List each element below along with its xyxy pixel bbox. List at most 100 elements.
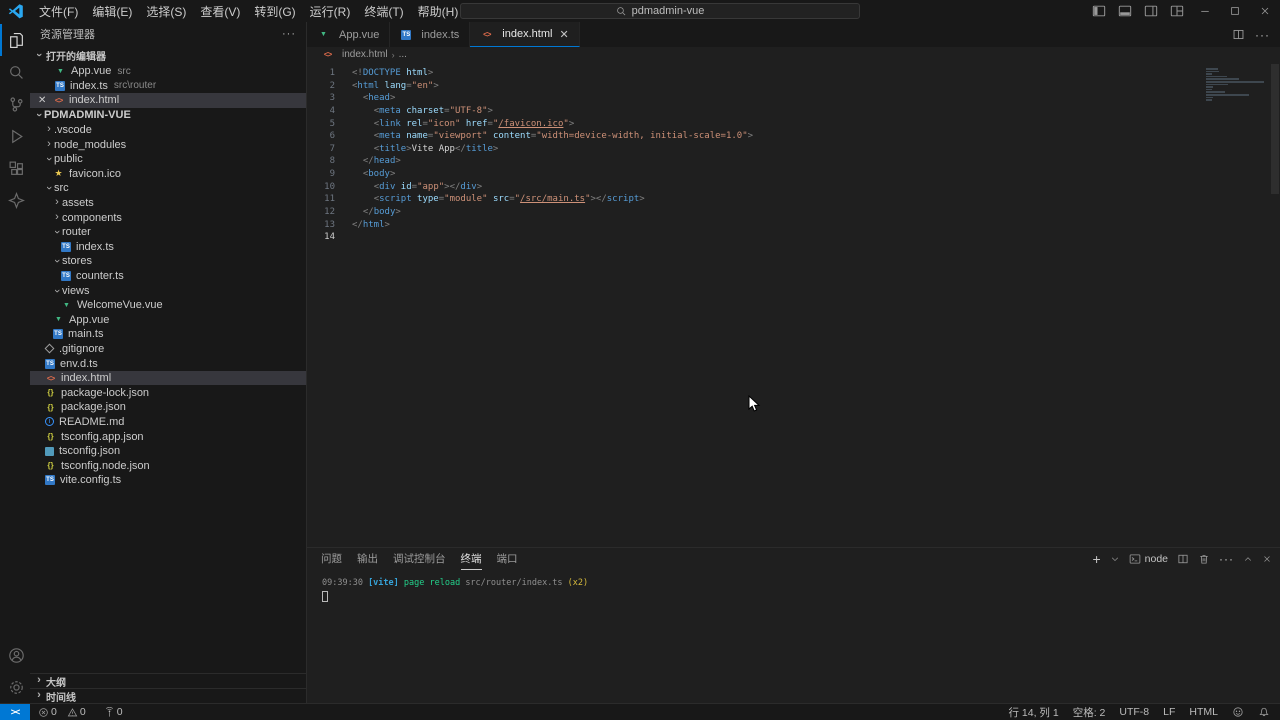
outline-section[interactable]: › 大纲: [30, 673, 306, 689]
menu-item-1[interactable]: 编辑(E): [85, 3, 139, 20]
panel-more-icon[interactable]: ···: [1219, 552, 1234, 566]
close-editor-icon[interactable]: ✕: [38, 95, 52, 106]
split-editor-icon[interactable]: [1232, 28, 1245, 41]
account-icon[interactable]: [0, 639, 30, 671]
ts-file-icon: TS: [45, 475, 55, 486]
toggle-sidebar-icon[interactable]: [1086, 0, 1112, 22]
tree-item-package-lock.json[interactable]: {} package-lock.json: [30, 385, 306, 400]
terminal-dropdown-icon[interactable]: [1110, 554, 1120, 564]
close-panel-icon[interactable]: [1262, 554, 1272, 564]
tab-index.ts[interactable]: TS index.ts: [390, 22, 471, 47]
customize-layout-icon[interactable]: [1164, 0, 1190, 22]
encoding[interactable]: UTF-8: [1119, 706, 1149, 718]
search-sidebar-icon[interactable]: [0, 56, 30, 88]
kill-terminal-icon[interactable]: [1198, 553, 1210, 565]
tree-item-src[interactable]: › src: [30, 181, 306, 196]
panel-tab-问题[interactable]: 问题: [321, 548, 342, 570]
breadcrumb[interactable]: <> index.html › ...: [307, 47, 1280, 62]
status-extension-icon[interactable]: [1232, 706, 1244, 718]
sidebar-more-actions-icon[interactable]: ···: [282, 28, 296, 40]
breadcrumb-rest[interactable]: ...: [399, 49, 407, 60]
close-window-icon[interactable]: [1250, 0, 1280, 22]
scrollbar-slider[interactable]: [1271, 64, 1279, 194]
notifications-bell-icon[interactable]: [1258, 706, 1270, 718]
more-actions-icon[interactable]: ···: [1255, 28, 1270, 42]
tree-item-node_modules[interactable]: › node_modules: [30, 137, 306, 152]
toggle-secondary-sidebar-icon[interactable]: [1138, 0, 1164, 22]
tree-item-App.vue[interactable]: ▼ App.vue: [30, 313, 306, 328]
tree-item-stores[interactable]: › stores: [30, 254, 306, 269]
run-debug-icon[interactable]: [0, 120, 30, 152]
explorer-icon[interactable]: [0, 24, 30, 56]
open-editor-index.html[interactable]: ✕ <> index.html: [30, 93, 306, 108]
tree-item-views[interactable]: › views: [30, 283, 306, 298]
maximize-panel-icon[interactable]: [1243, 554, 1253, 564]
indentation[interactable]: 空格: 2: [1073, 705, 1106, 720]
maximize-icon[interactable]: [1220, 0, 1250, 22]
tree-item-components[interactable]: › components: [30, 210, 306, 225]
file-label: README.md: [59, 415, 125, 428]
terminal[interactable]: 09:39:30 [vite] page reload src/router/i…: [307, 570, 1280, 602]
panel-tab-调试控制台[interactable]: 调试控制台: [393, 548, 446, 570]
tree-item-vite.config.ts[interactable]: TS vite.config.ts: [30, 473, 306, 488]
source-control-icon[interactable]: [0, 88, 30, 120]
tree-item-tsconfig.node.json[interactable]: {} tsconfig.node.json: [30, 458, 306, 473]
panel-tab-输出[interactable]: 输出: [357, 548, 378, 570]
cursor-position[interactable]: 行 14, 列 1: [1009, 705, 1059, 720]
code-line: 5 <link rel="icon" href="/favicon.ico">: [307, 118, 1280, 131]
eol[interactable]: LF: [1163, 706, 1175, 718]
open-editor-App.vue[interactable]: ▼ App.vue src: [30, 64, 306, 79]
breadcrumb-file[interactable]: index.html: [342, 49, 388, 60]
tree-item-.vscode[interactable]: › .vscode: [30, 123, 306, 138]
tree-item-main.ts[interactable]: TS main.ts: [30, 327, 306, 342]
tab-index.html[interactable]: <> index.html ✕: [470, 22, 580, 47]
tree-item-counter.ts[interactable]: TS counter.ts: [30, 269, 306, 284]
ports-icon: [105, 706, 113, 717]
toggle-panel-icon[interactable]: [1112, 0, 1138, 22]
tree-item-tsconfig.json[interactable]: tsconfig.json: [30, 444, 306, 459]
menu-item-4[interactable]: 转到(G): [247, 3, 302, 20]
tab-App.vue[interactable]: ▼ App.vue: [307, 22, 391, 47]
tree-item-favicon.ico[interactable]: ★ favicon.ico: [30, 167, 306, 182]
tree-item-index.ts[interactable]: TS index.ts: [30, 240, 306, 255]
tree-item-public[interactable]: › public: [30, 152, 306, 167]
menu-item-6[interactable]: 终端(T): [357, 3, 410, 20]
editor-scrollbar[interactable]: [1270, 62, 1280, 547]
tree-item-package.json[interactable]: {} package.json: [30, 400, 306, 415]
warning-count: 0: [79, 706, 86, 718]
back-icon[interactable]: ←: [420, 4, 432, 18]
problems-status[interactable]: 0 0 0: [30, 706, 129, 718]
settings-gear-icon[interactable]: [0, 671, 30, 703]
tree-item-tsconfig.app.json[interactable]: {} tsconfig.app.json: [30, 429, 306, 444]
tree-item-.gitignore[interactable]: .gitignore: [30, 342, 306, 357]
menu-item-2[interactable]: 选择(S): [139, 3, 193, 20]
minimize-icon[interactable]: [1190, 0, 1220, 22]
menu-item-0[interactable]: 文件(F): [32, 3, 85, 20]
tree-item-router[interactable]: › router: [30, 225, 306, 240]
tree-item-index.html[interactable]: <> index.html: [30, 370, 306, 386]
tree-item-README.md[interactable]: i README.md: [30, 415, 306, 430]
minimap[interactable]: [1206, 68, 1264, 102]
open-editor-index.ts[interactable]: TS index.ts src\router: [30, 79, 306, 94]
panel-tab-端口[interactable]: 端口: [497, 548, 518, 570]
menu-item-3[interactable]: 查看(V): [193, 3, 247, 20]
open-editors-header[interactable]: › 打开的编辑器: [30, 46, 306, 64]
tree-item-WelcomeVue.vue[interactable]: ▼ WelcomeVue.vue: [30, 298, 306, 313]
timeline-section[interactable]: › 时间线: [30, 688, 306, 704]
panel-tab-终端[interactable]: 终端: [460, 548, 482, 570]
vue-extension-icon[interactable]: [0, 184, 30, 216]
remote-indicator[interactable]: ><: [0, 704, 30, 720]
search-box[interactable]: pdmadmin-vue: [460, 3, 860, 19]
new-terminal-icon[interactable]: +: [1092, 551, 1100, 567]
close-tab-icon[interactable]: ✕: [559, 28, 568, 41]
extensions-icon[interactable]: [0, 152, 30, 184]
tree-item-env.d.ts[interactable]: TS env.d.ts: [30, 356, 306, 371]
split-terminal-icon[interactable]: [1177, 553, 1189, 565]
terminal-instance[interactable]: node: [1129, 553, 1168, 565]
menu-item-5[interactable]: 运行(R): [303, 3, 358, 20]
tree-item-assets[interactable]: › assets: [30, 196, 306, 211]
language-mode[interactable]: HTML: [1189, 706, 1218, 718]
forward-icon[interactable]: →: [440, 4, 452, 18]
tree-root-row[interactable]: › PDMADMIN-VUE: [30, 108, 306, 123]
code-editor[interactable]: 1 <!DOCTYPE html> 2 <html lang="en"> 3 <head…: [307, 62, 1280, 547]
